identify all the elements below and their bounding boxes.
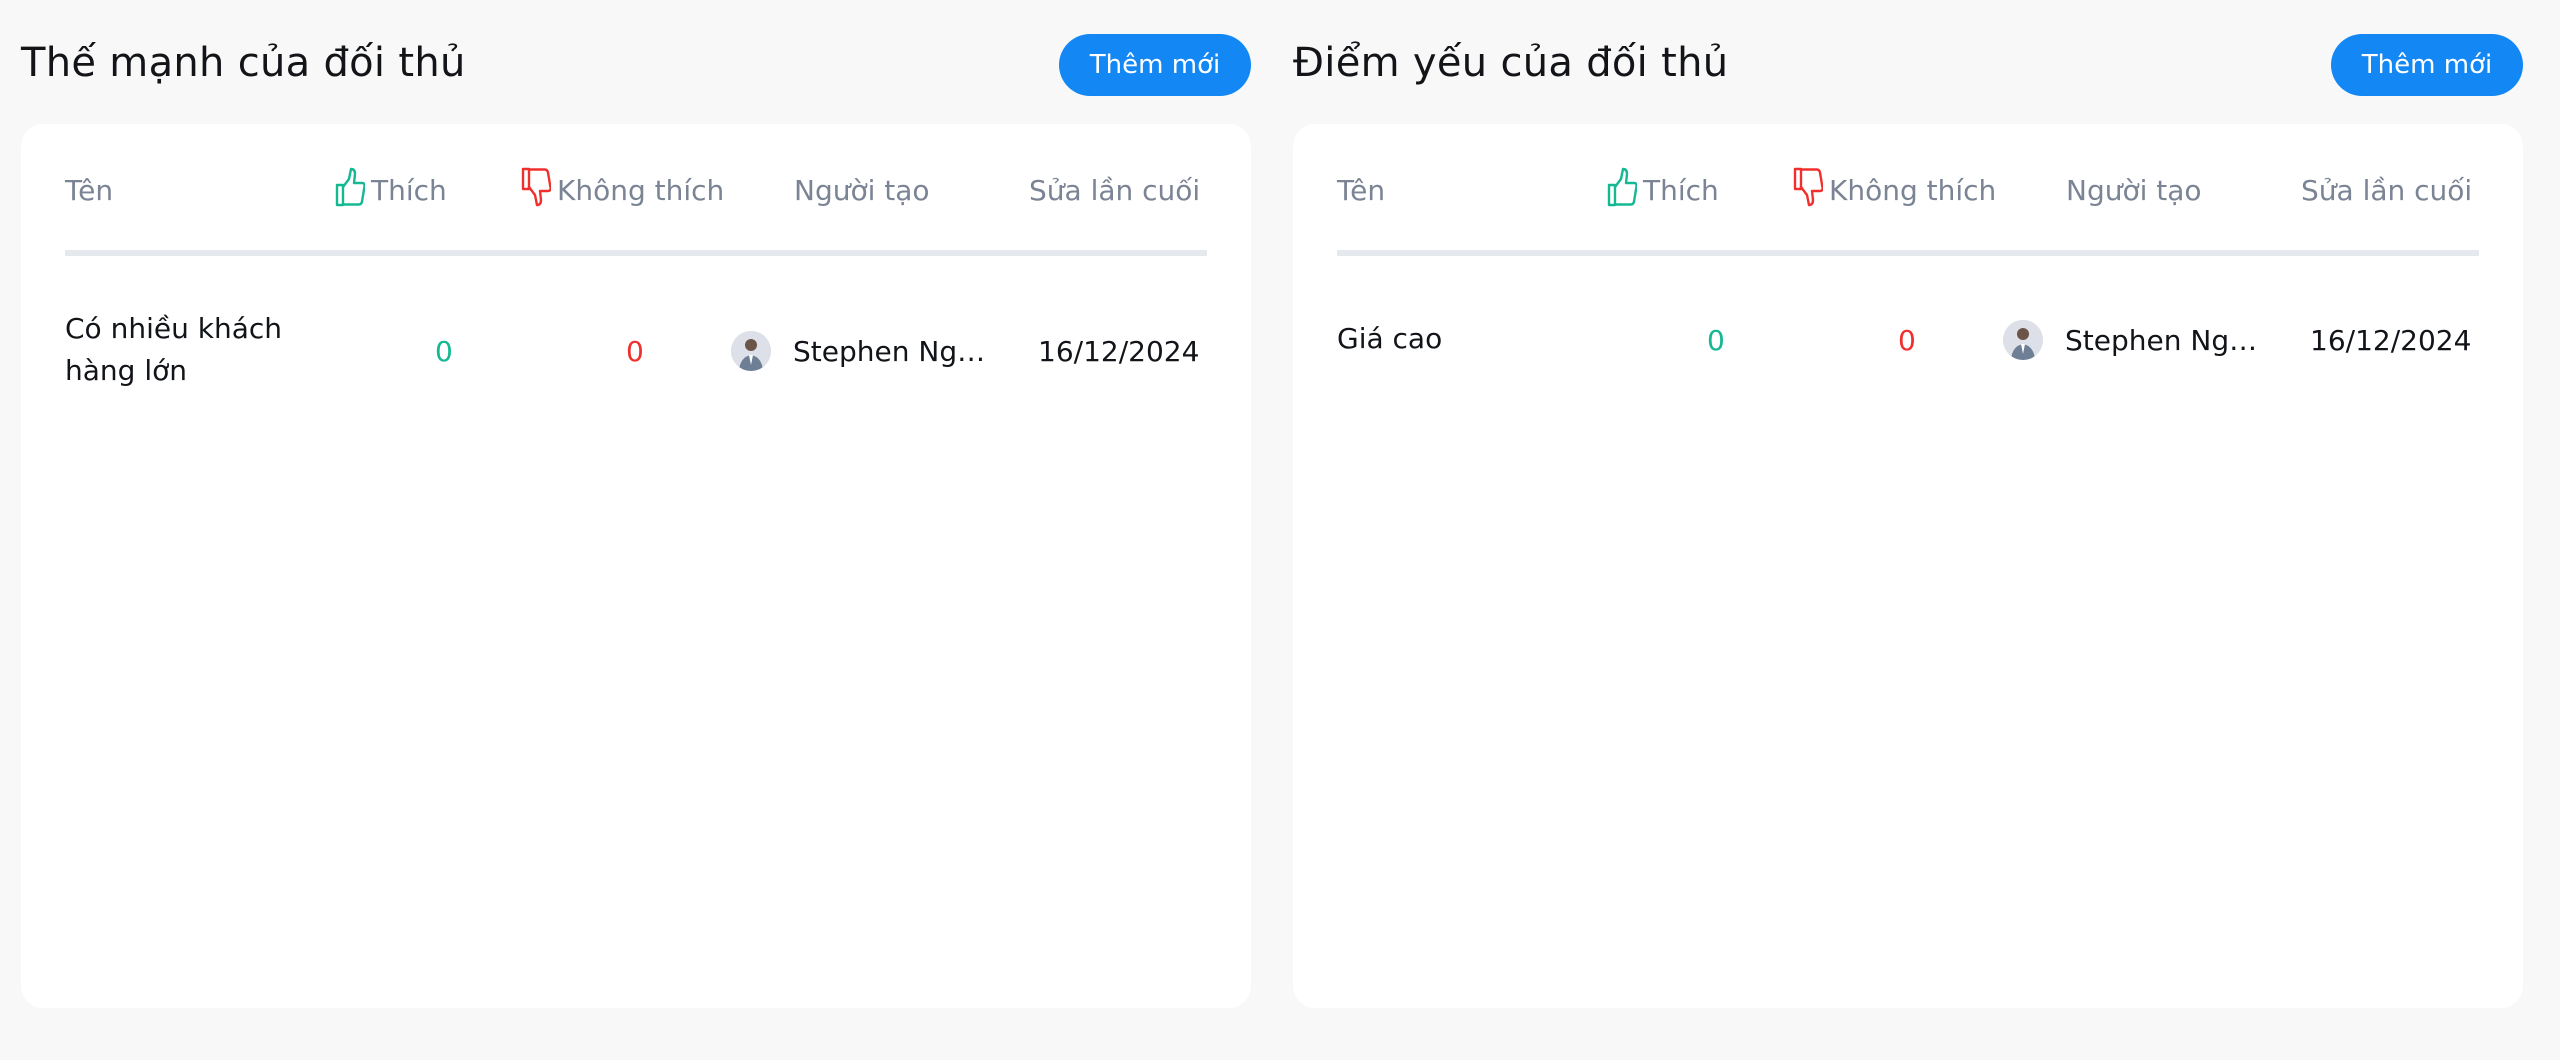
creator-name: Stephen Ngu... <box>2065 323 2271 357</box>
page: Thế mạnh của đối thủ Thêm mới Tên Thích <box>0 0 2560 1060</box>
weaknesses-table: Tên Thích Không thích Người tạo Sửa lần … <box>1293 124 2523 1008</box>
row-modified: 16/12/2024 <box>1038 334 1200 368</box>
thumbs-up-icon <box>1607 167 1643 214</box>
strengths-panel: Thế mạnh của đối thủ Thêm mới Tên Thích <box>21 0 1251 1010</box>
weaknesses-header: Điểm yếu của đối thủ Thêm mới <box>1293 0 2523 124</box>
column-header-dislike-label: Không thích <box>557 173 725 207</box>
strengths-table: Tên Thích Không thích Người tạo Sửa lần … <box>21 124 1251 1008</box>
row-creator[interactable]: Stephen Ngu... <box>2003 318 2271 362</box>
column-header-dislike[interactable]: Không thích <box>1793 167 1997 214</box>
column-header-like-label: Thích <box>1643 173 1719 207</box>
row-name: Có nhiều khách hàng lớn <box>65 312 282 387</box>
column-header-creator-label: Người tạo <box>2066 173 2202 207</box>
column-header-creator-label: Người tạo <box>794 173 930 207</box>
avatar <box>2003 320 2043 360</box>
column-header-like[interactable]: Thích <box>1607 167 1719 214</box>
thumbs-down-icon <box>1793 167 1829 214</box>
row-likes: 0 <box>1707 323 1725 357</box>
column-header-name[interactable]: Tên <box>1337 168 1385 212</box>
row-dislikes: 0 <box>626 334 644 368</box>
row-name: Giá cao <box>1337 322 1443 355</box>
add-strength-button[interactable]: Thêm mới <box>1059 34 1251 96</box>
column-header-like[interactable]: Thích <box>335 167 447 214</box>
thumbs-up-icon <box>335 167 371 214</box>
column-header-modified-label: Sửa lần cuối <box>2301 173 2473 207</box>
table-header: Tên Thích Không thích Người tạo Sửa lần … <box>1337 124 2479 256</box>
column-header-like-label: Thích <box>371 173 447 207</box>
row-creator[interactable]: Stephen Ngu... <box>731 329 999 373</box>
column-header-name[interactable]: Tên <box>65 168 113 212</box>
weaknesses-panel: Điểm yếu của đối thủ Thêm mới Tên Thích <box>1293 0 2523 1010</box>
strengths-header: Thế mạnh của đối thủ Thêm mới <box>21 0 1251 124</box>
column-header-creator[interactable]: Người tạo <box>2066 168 2202 212</box>
table-header: Tên Thích Không thích Người tạo Sửa lần … <box>65 124 1207 256</box>
table-row[interactable]: Giá cao 0 0 Stephen Ngu... 16/12/2024 <box>1337 308 2479 372</box>
column-header-modified[interactable]: Sửa lần cuối <box>1029 168 1200 212</box>
column-header-modified[interactable]: Sửa lần cuối <box>2301 168 2472 212</box>
add-weakness-button[interactable]: Thêm mới <box>2331 34 2523 96</box>
column-header-creator[interactable]: Người tạo <box>794 168 930 212</box>
avatar <box>731 331 771 371</box>
strengths-title: Thế mạnh của đối thủ <box>21 40 466 86</box>
column-header-modified-label: Sửa lần cuối <box>1029 173 1201 207</box>
column-header-dislike-label: Không thích <box>1829 173 1997 207</box>
row-modified: 16/12/2024 <box>2310 323 2472 357</box>
row-likes: 0 <box>435 334 453 368</box>
row-dislikes: 0 <box>1898 323 1916 357</box>
creator-name: Stephen Ngu... <box>793 334 999 368</box>
column-header-name-label: Tên <box>65 173 114 207</box>
column-header-dislike[interactable]: Không thích <box>521 167 725 214</box>
column-header-name-label: Tên <box>1337 173 1386 207</box>
weaknesses-title: Điểm yếu của đối thủ <box>1293 40 1729 86</box>
thumbs-down-icon <box>521 167 557 214</box>
table-row[interactable]: Có nhiều khách hàng lớn 0 0 Stephen Ngu.… <box>65 308 1207 398</box>
